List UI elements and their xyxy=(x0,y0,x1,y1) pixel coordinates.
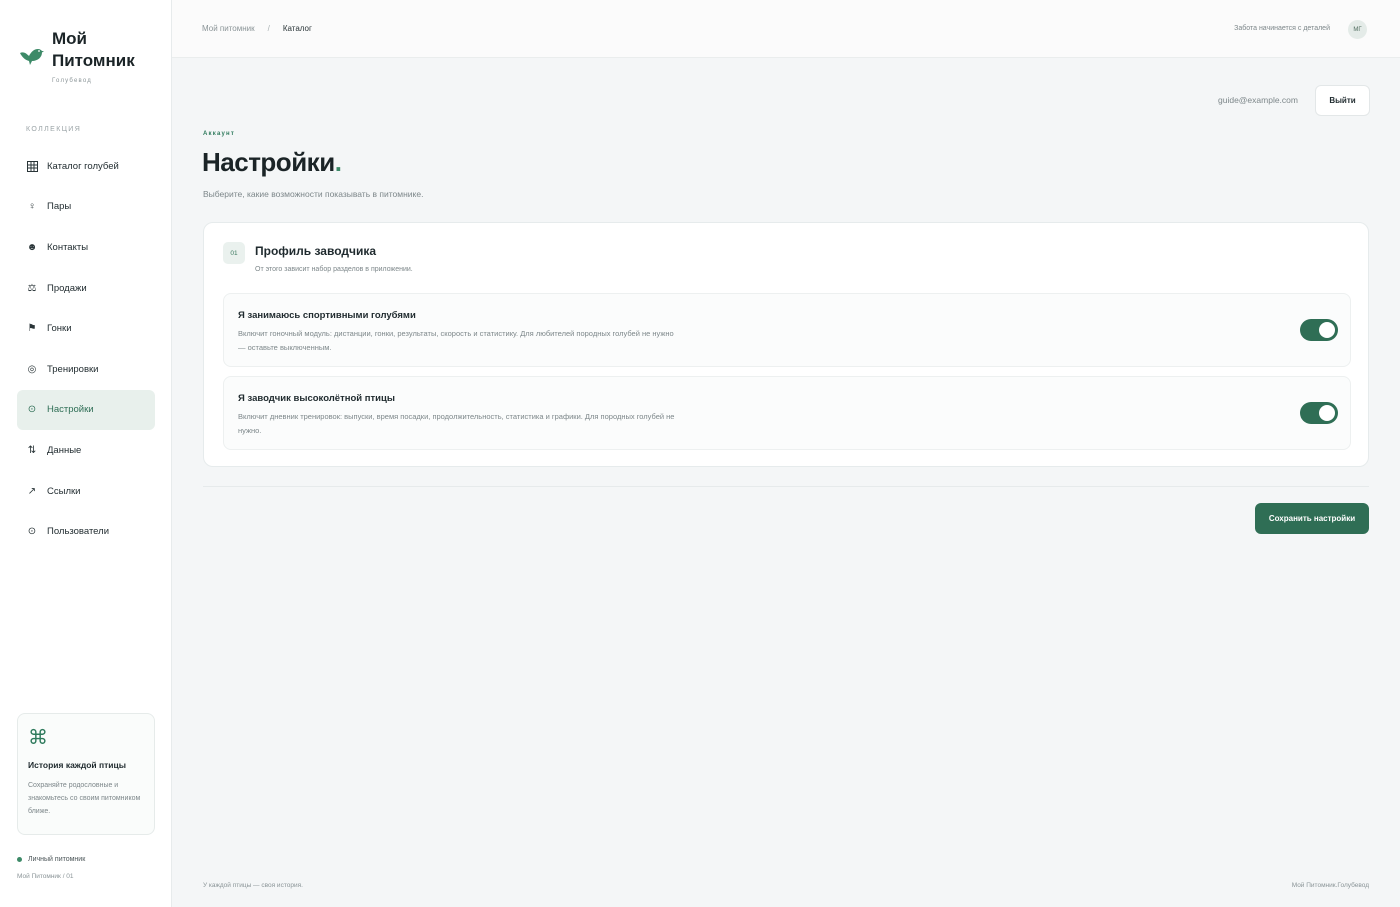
nav-heading: КОЛЛЕКЦИЯ xyxy=(26,126,82,133)
contacts-icon: ☻ xyxy=(26,241,38,253)
version-label: Мой Питомник / 01 xyxy=(17,873,74,880)
sidebar-item-label: Пары xyxy=(47,201,72,213)
command-icon: ⌘ xyxy=(28,727,48,749)
breadcrumb-home[interactable]: Мой питомник xyxy=(202,24,255,33)
option-description: Включит гоночный модуль: дистанции, гонк… xyxy=(238,329,674,352)
sidebar-item-settings[interactable]: ⊙ Настройки xyxy=(17,389,155,431)
sidebar-item-races[interactable]: ⚑ Гонки xyxy=(17,308,155,349)
sidebar-item-label: Каталог голубей xyxy=(47,160,119,172)
option-sport-pigeons: Я занимаюсь спортивными голубями Включит… xyxy=(223,293,1351,367)
promo-text: Сохраняйте родословные и знакомьтесь со … xyxy=(28,782,141,815)
link-arrow-icon: ↗ xyxy=(27,485,37,497)
toggle-knob xyxy=(1319,405,1335,421)
divider xyxy=(203,486,1369,487)
users-icon: ⊙ xyxy=(27,526,37,538)
section-description: От этого зависит набор разделов в прилож… xyxy=(255,266,413,273)
sidebar-item-label: Тренировки xyxy=(47,363,99,375)
page-title: Настройки. xyxy=(202,147,342,178)
breeder-profile-card: 01 Профиль заводчика От этого зависит на… xyxy=(203,222,1369,467)
brand-subtitle: Голубевод xyxy=(52,78,92,84)
section-number-badge: 01 xyxy=(223,242,245,264)
sport-pigeons-toggle[interactable] xyxy=(1300,319,1338,341)
grid-icon xyxy=(26,160,38,172)
promo-title: История каждой птицы xyxy=(28,760,127,770)
toggle-knob xyxy=(1319,322,1335,338)
settings-icon: ⊙ xyxy=(27,404,37,416)
brand-title: Мой Питомник xyxy=(52,29,135,70)
option-high-flyers: Я заводчик высоколётной птицы Включит дн… xyxy=(223,376,1351,450)
account-email: guide@example.com xyxy=(1218,95,1298,105)
page-eyebrow: Аккаунт xyxy=(203,131,235,137)
sidebar: Мой Питомник Голубевод КОЛЛЕКЦИЯ Каталог… xyxy=(0,0,172,907)
option-title: Я занимаюсь спортивными голубями xyxy=(238,310,416,321)
sidebar-item-label: Гонки xyxy=(47,323,72,335)
sidebar-item-data[interactable]: ⇅ Данные xyxy=(17,430,155,471)
avatar[interactable]: МГ xyxy=(1348,20,1367,39)
status-label: Личный питомник xyxy=(28,856,86,863)
option-title: Я заводчик высоколётной птицы xyxy=(238,393,395,404)
sidebar-item-pairs[interactable]: ♀ Пары xyxy=(17,187,155,228)
status-indicator: Личный питомник xyxy=(17,856,85,863)
bird-logo-icon xyxy=(20,49,44,65)
brand[interactable]: Мой Питомник Голубевод xyxy=(18,28,142,84)
sidebar-item-label: Пользователи xyxy=(47,526,110,538)
sidebar-item-label: Данные xyxy=(47,444,82,456)
female-symbol-icon: ♀ xyxy=(28,201,36,213)
sort-arrows-icon: ⇅ xyxy=(27,444,37,456)
breadcrumb-current[interactable]: Каталог xyxy=(283,24,312,33)
sidebar-item-sales[interactable]: ⚖ Продажи xyxy=(17,268,155,309)
sidebar-nav: Каталог голубей ♀ Пары ☻ Контакты ⚖ Прод… xyxy=(17,146,155,552)
tagline: Забота начинается с деталей xyxy=(1234,25,1330,32)
page-title-dot: . xyxy=(334,147,342,177)
save-settings-button[interactable]: Сохранить настройки xyxy=(1255,503,1369,534)
topbar: Мой питомник / Каталог Забота начинается… xyxy=(172,0,1400,58)
footer-left: У каждой птицы — своя история. xyxy=(203,882,303,889)
scales-icon: ⚖ xyxy=(27,282,37,294)
sidebar-item-contacts[interactable]: ☻ Контакты xyxy=(17,227,155,268)
sidebar-item-label: Ссылки xyxy=(47,485,81,497)
sidebar-item-label: Настройки xyxy=(47,404,94,416)
sidebar-item-trainings[interactable]: ◎ Тренировки xyxy=(17,349,155,390)
page-subtitle: Выберите, какие возможности показывать в… xyxy=(203,189,424,199)
option-description: Включит дневник тренировок: выпуски, вре… xyxy=(238,412,675,435)
page-title-text: Настройки xyxy=(202,147,335,177)
sidebar-item-links[interactable]: ↗ Ссылки xyxy=(17,471,155,512)
section-title: Профиль заводчика xyxy=(255,244,377,258)
flag-icon: ⚑ xyxy=(27,323,37,335)
sidebar-item-users[interactable]: ⊙ Пользователи xyxy=(17,511,155,552)
sidebar-item-label: Контакты xyxy=(47,241,89,253)
sidebar-item-catalog[interactable]: Каталог голубей xyxy=(17,146,155,187)
breadcrumb-separator: / xyxy=(267,24,270,33)
status-dot-icon xyxy=(17,857,22,862)
sidebar-item-label: Продажи xyxy=(47,282,87,294)
footer-right: Мой Питомник.Голубевод xyxy=(1291,882,1369,889)
logout-button[interactable]: Выйти xyxy=(1315,85,1370,116)
breadcrumb: Мой питомник / Каталог xyxy=(202,24,312,33)
promo-card: ⌘ История каждой птицы Сохраняйте родосл… xyxy=(17,713,155,835)
high-flyers-toggle[interactable] xyxy=(1300,402,1338,424)
target-icon: ◎ xyxy=(27,363,37,375)
